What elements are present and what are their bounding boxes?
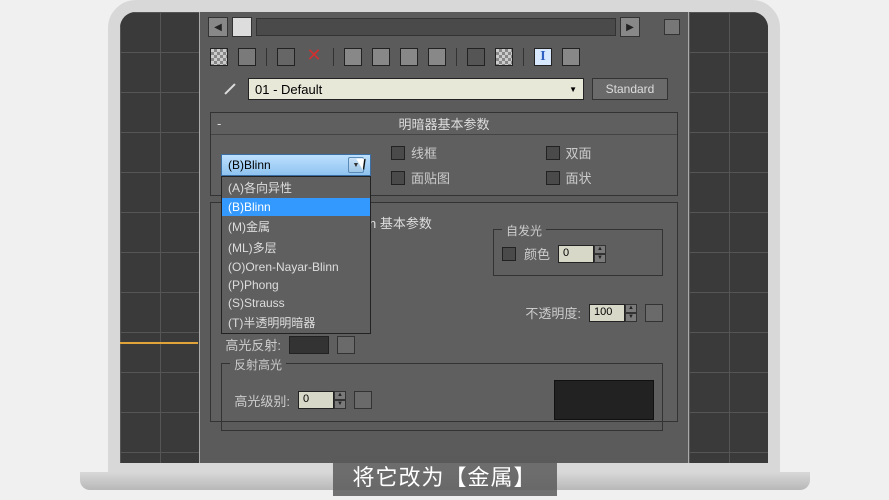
go-parent-icon[interactable]: I <box>534 48 552 66</box>
wire-label: 线框 <box>411 143 437 162</box>
material-type-button[interactable]: Standard <box>592 78 668 100</box>
axis-line <box>120 342 198 344</box>
spinner-down-icon[interactable]: ▼ <box>594 254 606 263</box>
assign-icon[interactable] <box>277 48 295 66</box>
face-map-label: 面贴图 <box>411 168 450 187</box>
face-map-check-row: 面贴图 <box>391 168 526 187</box>
material-name-row: 01 - Default Standard <box>200 72 688 106</box>
material-toolbar: ✕ I <box>200 42 688 72</box>
nav-sample-button[interactable] <box>232 17 252 37</box>
shader-option-anisotropic[interactable]: (A)各向异性 <box>222 177 370 198</box>
shader-selected: (B)Blinn <box>228 158 271 172</box>
shader-section: (B)Blinn ▼ (A)各向异性 (B)Blinn (M)金属 (ML)多层… <box>211 135 677 195</box>
make-unique-icon[interactable] <box>372 48 390 66</box>
shader-dropdown-list: (A)各向异性 (B)Blinn (M)金属 (ML)多层 (O)Oren-Na… <box>221 176 371 334</box>
shader-combo-field[interactable]: (B)Blinn ▼ <box>221 154 371 176</box>
shader-basic-rollout: - 明暗器基本参数 (B)Blinn ▼ (A)各向异性 (B)Blinn <box>210 112 678 196</box>
spinner-up-icon[interactable]: ▲ <box>334 391 346 400</box>
show-in-viewport-icon[interactable] <box>467 48 485 66</box>
shader-option-phong[interactable]: (P)Phong <box>222 276 370 294</box>
self-illum-spinner[interactable]: 0 ▲ ▼ <box>558 245 606 263</box>
collapse-icon: - <box>217 116 221 131</box>
rollout-title: 明暗器基本参数 <box>398 114 489 133</box>
put-to-lib-icon[interactable] <box>400 48 418 66</box>
material-editor-panel: ◀ ▶ ✕ <box>200 12 688 463</box>
specular-map-button[interactable] <box>337 336 355 354</box>
material-id-icon[interactable] <box>428 48 446 66</box>
viewport-right <box>688 12 768 463</box>
specular-row: 高光反射: <box>221 335 355 354</box>
shader-option-oren-nayar[interactable]: (O)Oren-Nayar-Blinn <box>222 258 370 276</box>
laptop-frame: ◀ ▶ ✕ <box>108 0 780 475</box>
divider <box>333 48 334 66</box>
divider <box>456 48 457 66</box>
viewport-left <box>120 12 200 463</box>
rollout-header[interactable]: - 明暗器基本参数 <box>211 113 677 135</box>
spinner-up-icon[interactable]: ▲ <box>594 245 606 254</box>
wire-check-row: 线框 <box>391 143 526 162</box>
shader-option-translucent[interactable]: (T)半透明明暗器 <box>222 312 370 333</box>
self-illumination-group: 自发光 颜色 0 ▲ ▼ <box>493 229 663 276</box>
faceted-check-row: 面状 <box>546 168 668 187</box>
opacity-spinner[interactable]: 100 ▲ ▼ <box>589 304 637 322</box>
app-screen: ◀ ▶ ✕ <box>120 12 768 463</box>
nav-next-button[interactable]: ▶ <box>620 17 640 37</box>
opacity-map-button[interactable] <box>645 304 663 322</box>
two-sided-checkbox[interactable] <box>546 146 560 160</box>
self-illum-title: 自发光 <box>502 222 546 239</box>
divider <box>523 48 524 66</box>
faceted-label: 面状 <box>566 168 592 187</box>
spec-level-value[interactable]: 0 <box>298 391 334 409</box>
shader-option-metal[interactable]: (M)金属 <box>222 216 370 237</box>
spinner-up-icon[interactable]: ▲ <box>625 304 637 313</box>
divider <box>266 48 267 66</box>
self-illum-color-checkbox[interactable] <box>502 247 516 261</box>
eyedropper-icon[interactable] <box>220 79 240 99</box>
opacity-row: 不透明度: 100 ▲ ▼ <box>525 303 663 322</box>
material-name-dropdown[interactable]: 01 - Default <box>248 78 584 100</box>
opacity-value[interactable]: 100 <box>589 304 625 322</box>
nav-slot-button[interactable] <box>664 19 680 35</box>
spec-level-map-button[interactable] <box>354 391 372 409</box>
chevron-down-icon: ▼ <box>348 157 364 173</box>
spec-level-label: 高光级别: <box>230 391 290 410</box>
spec-level-spinner[interactable]: 0 ▲ ▼ <box>298 391 346 409</box>
shader-combo[interactable]: (B)Blinn ▼ (A)各向异性 (B)Blinn (M)金属 (ML)多层… <box>221 154 371 176</box>
make-copy-icon[interactable] <box>344 48 362 66</box>
spinner-down-icon[interactable]: ▼ <box>625 313 637 322</box>
show-end-result-icon[interactable] <box>495 48 513 66</box>
sample-nav-bar: ◀ ▶ <box>200 12 688 42</box>
reflect-highlight-title: 反射高光 <box>230 356 286 373</box>
face-map-checkbox[interactable] <box>391 171 405 185</box>
nav-scrollbar[interactable] <box>256 18 616 36</box>
get-material-icon[interactable] <box>210 48 228 66</box>
shader-option-multilayer[interactable]: (ML)多层 <box>222 237 370 258</box>
specular-swatch[interactable] <box>289 336 329 354</box>
go-forward-icon[interactable] <box>562 48 580 66</box>
faceted-checkbox[interactable] <box>546 171 560 185</box>
wire-checkbox[interactable] <box>391 146 405 160</box>
self-illum-value[interactable]: 0 <box>558 245 594 263</box>
subtitle-caption: 将它改为【金属】 <box>332 456 556 496</box>
reset-icon[interactable]: ✕ <box>305 48 323 66</box>
self-illum-color-label: 颜色 <box>524 244 550 263</box>
put-to-scene-icon[interactable] <box>238 48 256 66</box>
spinner-down-icon[interactable]: ▼ <box>334 400 346 409</box>
opacity-label: 不透明度: <box>525 303 581 322</box>
two-sided-label: 双面 <box>566 143 592 162</box>
highlight-preview <box>554 380 654 420</box>
nav-prev-button[interactable]: ◀ <box>208 17 228 37</box>
shader-option-strauss[interactable]: (S)Strauss <box>222 294 370 312</box>
two-sided-check-row: 双面 <box>546 143 668 162</box>
material-name-text: 01 - Default <box>255 82 322 97</box>
reflect-highlight-group: 反射高光 高光级别: 0 ▲ ▼ <box>221 363 663 431</box>
shader-option-blinn[interactable]: (B)Blinn <box>222 198 370 216</box>
specular-label: 高光反射: <box>221 335 281 354</box>
